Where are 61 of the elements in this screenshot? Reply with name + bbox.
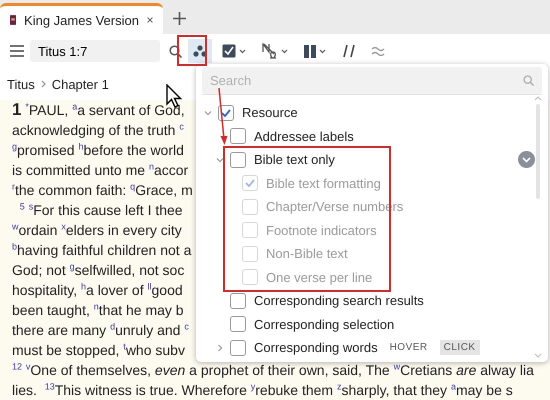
bible-text-line: lies. $^{13}$This witness is true. Wherefore $^{y}$rebuke them $^{z}$sharply, that they $^{a}$may be s (12, 380, 513, 400)
book-icon (10, 12, 16, 28)
mode-toggle[interactable]: CLICK (440, 340, 480, 356)
close-icon[interactable] (146, 15, 153, 25)
bible-text-line: God; not $^{g}$selfwilled, not soc (12, 260, 184, 280)
parallel-lines-icon[interactable] (343, 44, 355, 58)
option-label: Bible text formatting (266, 176, 381, 191)
wave-icon[interactable] (371, 46, 385, 56)
dropdown-circle-icon[interactable] (518, 151, 535, 168)
checkbox[interactable] (230, 340, 246, 356)
interlinear-caret-icon (262, 43, 290, 59)
reference-field[interactable]: Titus 1:7 (30, 40, 160, 62)
checkbox-caret-icon (222, 44, 248, 58)
search-field[interactable]: Search (202, 67, 542, 94)
option-label: Corresponding selection (254, 316, 394, 332)
visual-filters-button[interactable] (188, 39, 212, 63)
checkbox[interactable] (230, 152, 246, 168)
checkbox[interactable] (218, 104, 234, 121)
option-label: Non-Bible text (266, 246, 348, 262)
checkbox[interactable] (230, 316, 246, 332)
checkbox[interactable] (230, 128, 246, 144)
checkbox[interactable] (230, 292, 246, 309)
highlight-box (177, 35, 207, 66)
check-icon (220, 106, 232, 119)
bible-text-line: $^{w}$ordain $^{x}$elders in every city (12, 220, 182, 240)
chevron-down-icon[interactable] (216, 156, 224, 164)
bible-text-line: there are many $^{d}$unruly and $^{c}$ (12, 320, 189, 340)
bible-text-line: must be stopped, $^{t}$who subv (12, 340, 185, 360)
chevron-down-icon[interactable] (204, 108, 212, 117)
scroll-up-icon[interactable] (534, 96, 542, 101)
bible-text-line: is committed unto me $^{n}$accor (12, 160, 188, 180)
chevron-right-icon[interactable] (216, 344, 224, 352)
bible-text-line: been taught, $^{n}$that he may b (12, 300, 184, 320)
chevron-right-icon (40, 80, 46, 88)
annotation-arrow (216, 87, 229, 146)
document-tab[interactable]: King James Version (0, 3, 163, 34)
new-tab-icon[interactable] (173, 12, 186, 25)
mode-toggle[interactable]: HOVER (386, 340, 432, 356)
columns-caret-icon (304, 44, 328, 58)
search-icon (523, 75, 534, 86)
bible-text-line: 1 $^{*}$PAUL, $^{a}$a servant of God, (12, 100, 185, 120)
option-label: Bible text only (254, 152, 335, 168)
option-label: Addressee labels (254, 128, 354, 144)
search-icon[interactable] (169, 44, 182, 58)
bible-text-line: $^{r}$the common faith: $^{q}$Grace, m (12, 180, 193, 200)
bible-text-line: $^{b}$having faithful children not a (12, 240, 192, 260)
bible-text-line: acknowledging of the truth $^{c}$ (12, 120, 184, 140)
option-label: Corresponding search results (254, 293, 424, 308)
breadcrumb-link[interactable]: Titus (7, 76, 35, 92)
tab-title: King James Version (24, 12, 139, 28)
check-icon (244, 177, 256, 190)
option-label: Resource (242, 105, 298, 120)
three-dots-icon (193, 45, 207, 57)
bible-text-line: $^{g}$promised $^{h}$before the world (12, 140, 184, 160)
scroll-down-icon[interactable] (534, 353, 542, 358)
option-label: Footnote indicators (266, 222, 377, 238)
menu-icon[interactable] (10, 45, 24, 57)
breadcrumb-link[interactable]: Chapter 1 (52, 76, 109, 92)
option-label: One verse per line (266, 270, 372, 285)
option-label: Corresponding words (254, 340, 378, 356)
bible-text-line: hospitality, $^{h}$a lover of $^{ll}$good (12, 280, 183, 300)
